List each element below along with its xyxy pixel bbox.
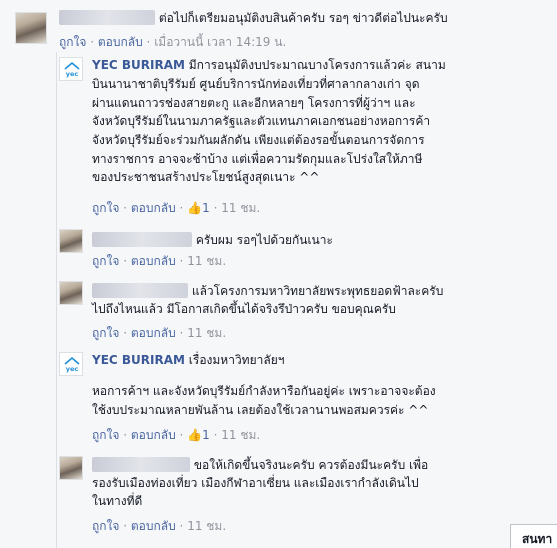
reply-3-author[interactable]: YEC BURIRAM	[92, 353, 185, 367]
yec-avatar[interactable]: yec	[59, 352, 83, 376]
reply-0-line-3: จังหวัดบุรีรัมย์ในนามภาครัฐและตัวแทนภาคเ…	[92, 114, 431, 128]
chat-tab[interactable]: สนทา	[510, 524, 557, 548]
reply-2-like-link[interactable]: ถูกใจ	[92, 326, 119, 340]
thumbs-up-icon: 👍	[187, 201, 203, 215]
reply-4-line-0: ขอให้เกิดขึ้นจริงนะครับ ควรต้องมีนะครับ …	[92, 457, 428, 473]
reply-3-time[interactable]: 11 ชม.	[221, 428, 260, 442]
reply-1-avatar[interactable]	[59, 229, 83, 253]
comment-0-time[interactable]: เมื่อวานนี้ เวลา 14:19 น.	[154, 35, 286, 49]
reply-2-avatar[interactable]	[59, 281, 83, 305]
reply-4-reply-link[interactable]: ตอบกลับ	[131, 519, 176, 533]
comment-0-meta: ถูกใจ · ตอบกลับ · เมื่อวานนี้ เวลา 14:19…	[59, 35, 287, 49]
reply-0-line-1: บินนานาชาติบุรีรัมย์ ศูนย์บริการนักท่องเ…	[92, 77, 420, 91]
reply-2-meta: ถูกใจ · ตอบกลับ · 11 ชม.	[92, 326, 227, 340]
reply-2-reply-link[interactable]: ตอบกลับ	[131, 326, 176, 340]
commenter-avatar[interactable]	[15, 12, 47, 44]
reply-1-like-link[interactable]: ถูกใจ	[92, 254, 119, 268]
svg-text:yec: yec	[66, 70, 79, 78]
reply-1-meta: ถูกใจ · ตอบกลับ · 11 ชม.	[92, 254, 227, 268]
reply-1-time[interactable]: 11 ชม.	[187, 254, 226, 268]
reply-0-line-5: ทางราชการ อาจจะช้าบ้าง แต่เพื่อความรัดกุ…	[92, 152, 423, 166]
reply-3-like-link[interactable]: ถูกใจ	[92, 428, 119, 442]
reply-3-line-1: หอการค้าฯ และจังหวัดบุรีรัมย์กำลังหารือก…	[92, 384, 436, 398]
reply-0-line-2: ผ่านแดนถาวรช่องสายตะกู และอีกหลายๆ โครงก…	[92, 96, 416, 110]
comment-0-like-link[interactable]: ถูกใจ	[59, 35, 86, 49]
reply-4-author-redacted[interactable]	[92, 457, 190, 472]
reply-4-time[interactable]: 11 ชม.	[187, 519, 226, 533]
reply-4-line-1: รองรับเมืองท่องเที่ยว เมืองกีฬาอาเซี่ยน …	[92, 476, 419, 490]
reply-1-author-redacted[interactable]	[92, 232, 192, 247]
reply-4-like-link[interactable]: ถูกใจ	[92, 519, 119, 533]
reply-0-line-6: ของประชาชนสร้างประโยชน์สูงสุดเนาะ ^^	[92, 170, 320, 184]
reply-2-time[interactable]: 11 ชม.	[187, 326, 226, 340]
reply-1-reply-link[interactable]: ตอบกลับ	[131, 254, 176, 268]
reply-4-line-2: ในทางที่ดี	[92, 494, 143, 508]
reply-thread-line	[56, 52, 57, 548]
reply-0-meta: ถูกใจ · ตอบกลับ · 👍1 · 11 ชม.	[92, 201, 261, 215]
comment-0-reply-link[interactable]: ตอบกลับ	[98, 35, 143, 49]
reply-4-avatar[interactable]	[59, 456, 83, 480]
reply-0-like-link[interactable]: ถูกใจ	[92, 201, 119, 215]
reply-3-reply-link[interactable]: ตอบกลับ	[131, 428, 176, 442]
yec-logo-icon: yec	[64, 61, 80, 78]
reply-0-like-count[interactable]: 1	[202, 201, 210, 215]
comment-0-body: ต่อไปก็เตรียมอนุมัติงบสินค้าครับ รอๆ ข่า…	[59, 10, 448, 26]
reply-0-line-4: จังหวัดบุรีรัมย์จะร่วมกันผลักดัน เพียงแต…	[92, 133, 425, 147]
reply-3-line-0: YEC BURIRAM เรื่องมหาวิทยาลัยฯ	[92, 353, 285, 367]
reply-1-line-0: ครับผม รอๆไปด้วยกันเนาะ	[92, 232, 333, 248]
yec-logo-icon: yec	[64, 356, 80, 373]
svg-text:yec: yec	[66, 365, 79, 373]
thumbs-up-icon: 👍	[187, 428, 203, 442]
yec-avatar[interactable]: yec	[59, 57, 83, 81]
reply-0-reply-link[interactable]: ตอบกลับ	[131, 201, 176, 215]
commenter-name-redacted[interactable]	[59, 10, 155, 25]
reply-0-author[interactable]: YEC BURIRAM	[92, 58, 185, 72]
reply-2-line-1: ไปถึงไหนแล้ว มีโอกาสเกิดขึ้นได้จริงรึป่า…	[92, 302, 396, 316]
comment-0-text: ต่อไปก็เตรียมอนุมัติงบสินค้าครับ รอๆ ข่า…	[158, 11, 448, 25]
reply-2-line-0: แล้วโครงการมหาวิทยาลัยพระพุทธยอดฟ้าละครั…	[92, 283, 443, 299]
reply-2-author-redacted[interactable]	[92, 283, 188, 298]
reply-4-meta: ถูกใจ · ตอบกลับ · 11 ชม.	[92, 519, 227, 533]
reply-3-like-count[interactable]: 1	[202, 428, 210, 442]
reply-0-line-0: YEC BURIRAM มีการอนุมัติงบประมาณบางโครงก…	[92, 58, 446, 72]
reply-0-time[interactable]: 11 ชม.	[221, 201, 260, 215]
reply-3-line-2: ใช้งบประมาณหลายพันล้าน เลยต้องใช้เวลานาน…	[92, 403, 429, 417]
reply-3-meta: ถูกใจ · ตอบกลับ · 👍1 · 11 ชม.	[92, 428, 261, 442]
